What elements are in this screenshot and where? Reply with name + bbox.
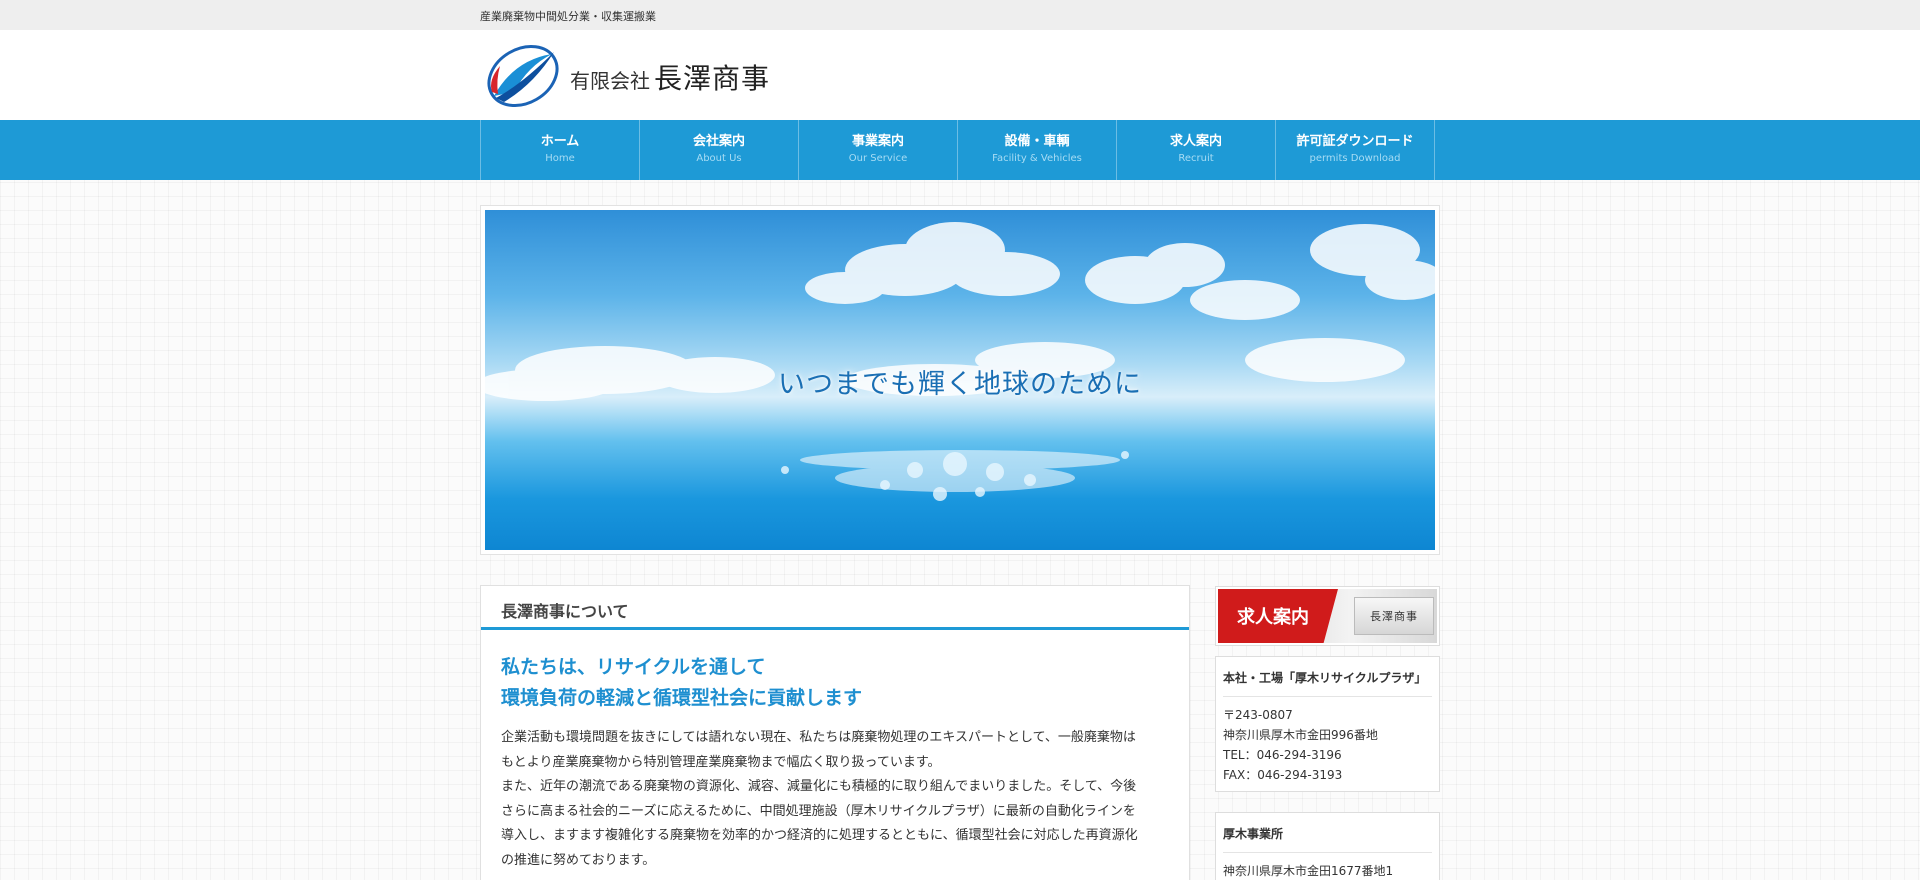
nav-label: 許可証ダウンロード: [1296, 134, 1414, 149]
nav-sublabel: Recruit: [1178, 153, 1214, 164]
nav-sublabel: Facility & Vehicles: [992, 153, 1082, 164]
body-line: 導入し、ますます複雑化する廃棄物を効率的かつ経済的に処理するとともに、循環型社会…: [501, 828, 1138, 843]
recruit-banner[interactable]: 求人案内 長澤商事: [1215, 586, 1440, 646]
nav-recruit[interactable]: 求人案内 Recruit: [1117, 120, 1276, 180]
body-line: さらに高まる社会的ニーズに応えるために、中間処理施設（厚木リサイクルプラザ）に最…: [501, 803, 1136, 819]
nav-label: 事業案内: [851, 134, 904, 149]
nav-home[interactable]: ホーム Home: [481, 120, 640, 180]
main-navigation: ホーム Home 会社案内 About Us 事業案内 Our Service …: [0, 120, 1920, 180]
section-heading: 長澤商事について: [481, 586, 1189, 630]
nav-sublabel: permits Download: [1309, 153, 1401, 164]
nav-label: ホーム: [540, 134, 580, 149]
logo-swirl-icon: [487, 44, 559, 108]
hq-postal: 〒243-0807: [1223, 708, 1293, 722]
top-bar: 産業廃棄物中間処分業・収集運搬業: [0, 0, 1920, 30]
nav-label: 設備・車輌: [1004, 134, 1070, 149]
nameplate-text: 長澤商事: [1370, 610, 1418, 623]
recruit-banner-label: 求人案内: [1218, 589, 1338, 643]
body-line: 企業活動も環境問題を抜きにしては語れない現在、私たちは廃棄物処理のエキスパートと…: [501, 730, 1136, 745]
nav-sublabel: Our Service: [848, 153, 908, 164]
nav-permits[interactable]: 許可証ダウンロード permits Download: [1276, 120, 1435, 180]
company-logo[interactable]: 有限会社 長澤商事: [484, 40, 794, 112]
hq-tel: TEL：046-294-3196: [1223, 748, 1342, 762]
hq-fax: FAX：046-294-3193: [1223, 768, 1343, 782]
body-line: の推進に努めております。: [501, 852, 656, 868]
hero-banner: いつまでも輝く地球のために: [480, 205, 1440, 555]
body-line: また、近年の潮流である廃棄物の資源化、減容、減量化にも積極的に取り組んでまいりま…: [501, 779, 1137, 794]
lead-line: 環境負荷の軽減と循環型社会に貢献します: [501, 687, 863, 709]
hq-info-box: 本社・工場「厚木リサイクルプラザ」 〒243-0807 神奈川県厚木市金田996…: [1215, 656, 1440, 792]
hq-title: 本社・工場「厚木リサイクルプラザ」: [1223, 665, 1432, 697]
office-title: 厚木事業所: [1223, 821, 1432, 853]
site-header: [0, 30, 1920, 120]
company-type: 有限会社: [570, 68, 650, 93]
office-address: 神奈川県厚木市金田1677番地1: [1223, 864, 1394, 878]
body-text: 企業活動も環境問題を抜きにしては語れない現在、私たちは廃棄物処理のエキスパートと…: [481, 714, 1189, 873]
body-line: もとより産業廃棄物から特別管理産業廃棄物まで幅広く取り扱っています。: [501, 754, 941, 770]
company-name: 長澤商事: [654, 62, 771, 95]
nav-about[interactable]: 会社案内 About Us: [640, 120, 799, 180]
nav-sublabel: About Us: [696, 153, 742, 164]
nav-label: 求人案内: [1169, 134, 1222, 149]
lead-text: 私たちは、リサイクルを通して 環境負荷の軽減と循環型社会に貢献します: [481, 630, 1189, 714]
hq-address: 神奈川県厚木市金田996番地: [1223, 728, 1378, 742]
nav-label: 会社案内: [692, 134, 745, 149]
nav-facility[interactable]: 設備・車輌 Facility & Vehicles: [958, 120, 1117, 180]
site-tagline: 産業廃棄物中間処分業・収集運搬業: [480, 10, 656, 23]
nav-sublabel: Home: [545, 153, 575, 164]
hero-title: いつまでも輝く地球のために: [778, 369, 1142, 400]
nav-service[interactable]: 事業案内 Our Service: [799, 120, 958, 180]
company-nameplate: 長澤商事: [1354, 597, 1434, 635]
about-section: 長澤商事について 私たちは、リサイクルを通して 環境負荷の軽減と循環型社会に貢献…: [480, 585, 1190, 880]
office-info-box: 厚木事業所 神奈川県厚木市金田1677番地1: [1215, 812, 1440, 880]
lead-line: 私たちは、リサイクルを通して: [501, 656, 766, 678]
